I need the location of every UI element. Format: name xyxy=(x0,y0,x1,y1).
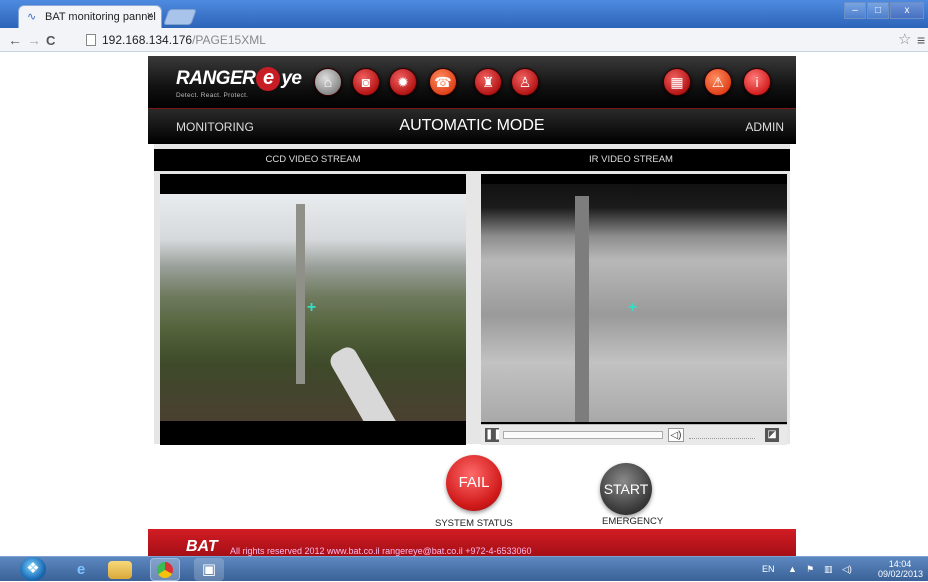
crosshair-icon: + xyxy=(306,299,317,316)
seek-bar[interactable] xyxy=(503,431,663,439)
pole-shape xyxy=(575,196,589,422)
system-status-button[interactable]: FAIL xyxy=(446,455,502,511)
url-path: /PAGE15XML xyxy=(192,33,266,47)
mode-title: AUTOMATIC MODE xyxy=(399,117,545,134)
reload-icon[interactable]: C xyxy=(46,32,55,50)
logo-eye-icon: e xyxy=(256,67,281,91)
chrome-taskbar-icon[interactable] xyxy=(150,558,180,581)
clock-date: 09/02/2013 xyxy=(878,569,924,579)
tab-favicon-icon: ∿ xyxy=(27,11,37,23)
logo-text-ranger: RANGER xyxy=(176,68,256,89)
browser-tab[interactable]: ∿ BAT monitoring pannel × xyxy=(18,5,162,28)
app-header: RANGER e ye Detect. React. Protect. ⌂ ◙ ✹ … xyxy=(148,56,796,108)
speaker-icon[interactable]: ◁) xyxy=(842,564,852,575)
ir-stream-label: IR VIDEO STREAM xyxy=(472,149,790,171)
rangereye-logo: RANGER e ye Detect. React. Protect. xyxy=(176,67,302,99)
tab-close-icon[interactable]: × xyxy=(147,10,153,22)
browser-toolbar: ← → C 192.168.134.176/PAGE15XML ☆ ≡ xyxy=(0,28,928,52)
info-icon[interactable]: i xyxy=(743,68,771,96)
windows-taskbar: ❖ e ▣ EN ▲ ⚑ ▥ ◁) 14:04 09/02/2013 xyxy=(0,556,928,581)
system-tray: EN ▲ ⚑ ▥ ◁) 14:04 09/02/2013 xyxy=(762,557,924,582)
clock-time: 14:04 xyxy=(888,559,912,569)
logo-tagline: Detect. React. Protect. xyxy=(176,92,249,99)
file-explorer-icon[interactable] xyxy=(108,561,132,579)
footer-copyright: All rights reserved 2012 www.bat.co.il r… xyxy=(230,546,532,556)
system-status-label: SYSTEM STATUS xyxy=(435,518,513,529)
minimize-button[interactable]: – xyxy=(844,2,866,19)
volume-slider[interactable] xyxy=(689,431,755,439)
rangereye-app: RANGER e ye Detect. React. Protect. ⌂ ◙ ✹ … xyxy=(148,56,796,556)
url-host: 192.168.134.176 xyxy=(102,33,193,47)
admin-label[interactable]: ADMIN xyxy=(745,120,784,134)
tab-title: BAT monitoring pannel xyxy=(45,11,156,23)
camera-icon[interactable]: ◙ xyxy=(352,68,380,96)
forward-arrow-icon[interactable]: → xyxy=(27,31,41,49)
video-controls: ❚❚ ◁) ◪ xyxy=(481,424,787,445)
pipe-shape xyxy=(326,343,402,421)
address-bar[interactable]: 192.168.134.176/PAGE15XML xyxy=(86,31,892,49)
warning-icon[interactable]: ⚠ xyxy=(704,68,732,96)
ccd-video-frame[interactable]: + xyxy=(160,174,466,445)
pole-shape xyxy=(296,204,305,384)
logo-text-ye: ye xyxy=(281,68,302,89)
ir-video[interactable]: + xyxy=(481,184,787,422)
app-taskbar-icon[interactable]: ▣ xyxy=(194,558,224,581)
language-indicator[interactable]: EN xyxy=(762,564,775,574)
home-icon[interactable]: ⌂ xyxy=(314,68,342,96)
browser-titlebar: ∿ BAT monitoring pannel × – □ x xyxy=(0,0,928,28)
window-controls: – □ x xyxy=(844,2,924,20)
ccd-video[interactable]: + xyxy=(160,194,466,421)
flag-icon[interactable]: ⚑ xyxy=(806,564,814,575)
new-tab-button[interactable] xyxy=(163,9,197,25)
chrome-menu-icon[interactable]: ≡ xyxy=(917,31,925,49)
alarm-siren-icon[interactable]: ☎ xyxy=(429,68,457,96)
settings-gear-icon[interactable]: ✹ xyxy=(389,68,417,96)
network-icon[interactable]: ▥ xyxy=(824,564,833,575)
back-arrow-icon[interactable]: ← xyxy=(8,31,22,49)
maximize-button[interactable]: □ xyxy=(867,2,889,19)
page-icon xyxy=(86,34,96,46)
joystick-icon[interactable]: ♙ xyxy=(511,68,539,96)
event-icon[interactable]: ♜ xyxy=(474,68,502,96)
bookmark-star-icon[interactable]: ☆ xyxy=(898,31,911,49)
tray-expand-icon[interactable]: ▲ xyxy=(788,564,797,574)
windows-start-icon[interactable]: ❖ xyxy=(20,557,46,581)
emergency-label: EMERGENCY xyxy=(602,516,664,527)
pause-icon[interactable]: ❚❚ xyxy=(485,428,502,442)
video-streams-panel: CCD VIDEO STREAM IR VIDEO STREAM + + ❚❚ … xyxy=(154,144,790,445)
app-footer: BAT All rights reserved 2012 www.bat.co.… xyxy=(148,529,796,556)
volume-icon[interactable]: ◁) xyxy=(668,428,684,442)
close-window-button[interactable]: x xyxy=(890,2,924,19)
emergency-start-button[interactable]: START xyxy=(600,463,652,515)
map-icon[interactable]: ▦ xyxy=(663,68,691,96)
fullscreen-icon[interactable]: ◪ xyxy=(765,428,779,442)
ccd-stream-label: CCD VIDEO STREAM xyxy=(154,149,472,171)
crosshair-icon: + xyxy=(627,299,638,316)
ir-video-frame[interactable]: + ❚❚ ◁) ◪ xyxy=(481,174,787,445)
internet-explorer-icon[interactable]: e xyxy=(66,558,96,581)
bat-logo: BAT xyxy=(186,538,218,555)
app-subheader: MONITORING AUTOMATIC MODE ADMIN xyxy=(148,108,796,144)
clock[interactable]: 14:04 09/02/2013 xyxy=(878,559,924,579)
